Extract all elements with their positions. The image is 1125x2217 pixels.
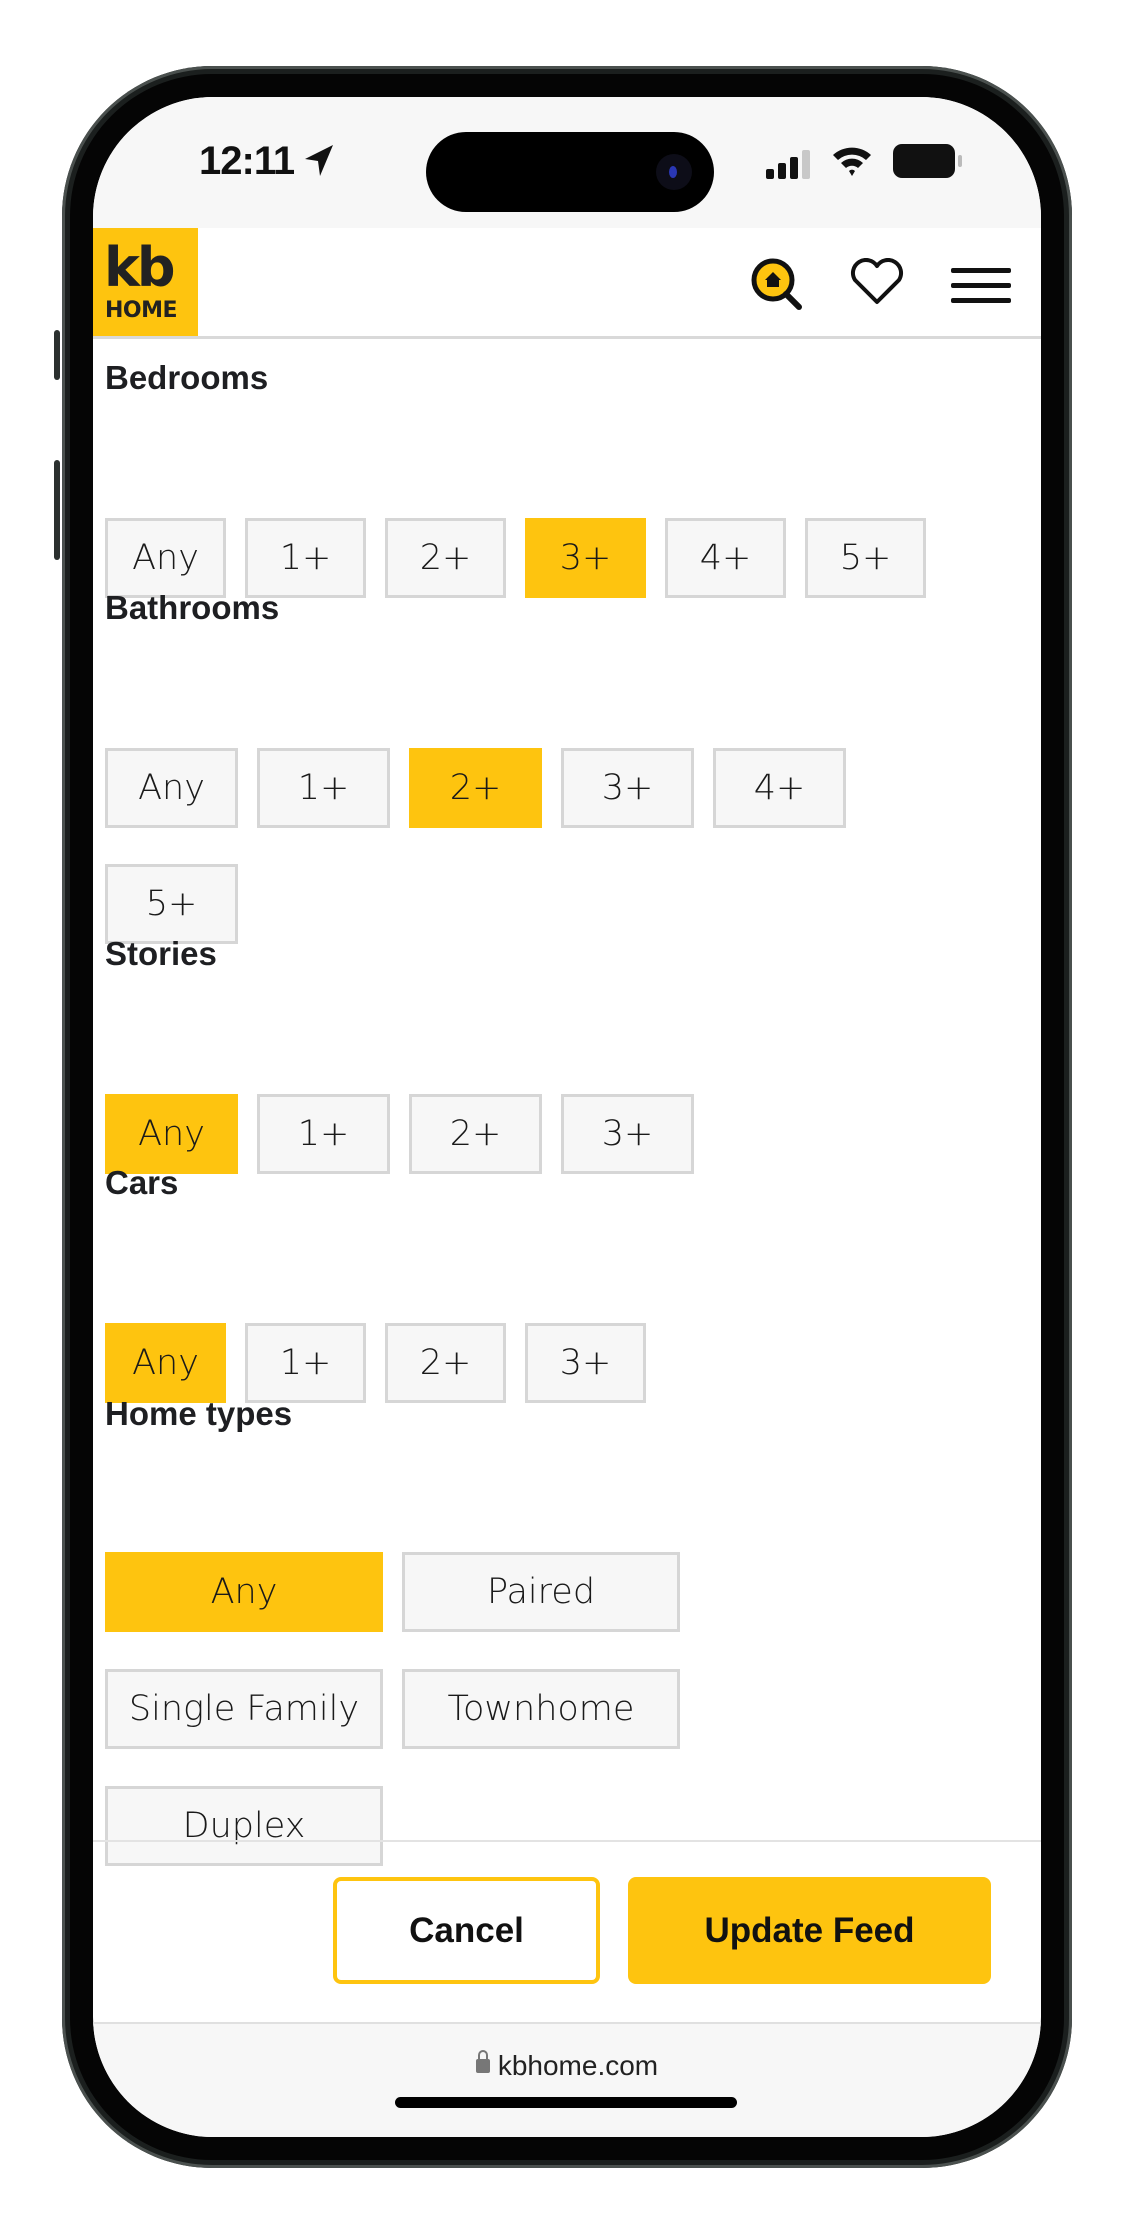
footer-divider bbox=[93, 1840, 1041, 1842]
action-button bbox=[54, 330, 60, 380]
signal-icon bbox=[766, 150, 810, 179]
camera-icon bbox=[656, 154, 692, 190]
home-types-option-single-family[interactable]: Single Family bbox=[105, 1669, 383, 1749]
cars-option-3-plus[interactable]: 3+ bbox=[525, 1323, 646, 1403]
stories-option-1-plus[interactable]: 1+ bbox=[257, 1094, 390, 1174]
cars-label: Cars bbox=[105, 1164, 179, 1201]
url-text: kbhome.com bbox=[497, 2050, 659, 2081]
browser-url-bar[interactable]: kbhome.com bbox=[93, 2022, 1041, 2137]
screen: 12:11 kb HOME Bedrooms Any 1+ 2+ 3+ 4+ 5… bbox=[93, 97, 1041, 2137]
bedrooms-option-1-plus[interactable]: 1+ bbox=[245, 518, 366, 598]
stories-label: Stories bbox=[105, 935, 217, 972]
bathrooms-label: Bathrooms bbox=[105, 589, 280, 626]
stories-option-3-plus[interactable]: 3+ bbox=[561, 1094, 694, 1174]
bedrooms-option-2-plus[interactable]: 2+ bbox=[385, 518, 506, 598]
logo-home-text: HOME bbox=[105, 298, 178, 323]
logo-kb-text: kb bbox=[104, 236, 176, 299]
cancel-button[interactable]: Cancel bbox=[333, 1877, 600, 1984]
bedrooms-option-any[interactable]: Any bbox=[105, 518, 226, 598]
lock-icon bbox=[475, 2049, 490, 2073]
site-header: kb HOME bbox=[93, 228, 1041, 339]
battery-icon bbox=[893, 144, 962, 178]
dynamic-island bbox=[426, 132, 714, 212]
bedrooms-label: Bedrooms bbox=[105, 359, 269, 396]
bedrooms-option-5-plus[interactable]: 5+ bbox=[805, 518, 926, 598]
bedrooms-option-3-plus[interactable]: 3+ bbox=[525, 518, 646, 598]
stories-option-any[interactable]: Any bbox=[105, 1094, 238, 1174]
bathrooms-option-4-plus[interactable]: 4+ bbox=[713, 748, 846, 828]
cars-option-any[interactable]: Any bbox=[105, 1323, 226, 1403]
bathrooms-option-2-plus[interactable]: 2+ bbox=[409, 748, 542, 828]
bathrooms-option-5-plus[interactable]: 5+ bbox=[105, 864, 238, 944]
wifi-icon bbox=[833, 147, 871, 176]
home-types-option-townhome[interactable]: Townhome bbox=[402, 1669, 680, 1749]
heart-icon[interactable] bbox=[849, 258, 905, 306]
bathrooms-option-3-plus[interactable]: 3+ bbox=[561, 748, 694, 828]
home-types-option-duplex[interactable]: Duplex bbox=[105, 1786, 383, 1866]
status-time: 12:11 bbox=[199, 139, 295, 183]
home-types-option-any[interactable]: Any bbox=[105, 1552, 383, 1632]
home-types-label: Home types bbox=[105, 1395, 293, 1432]
bedrooms-option-4-plus[interactable]: 4+ bbox=[665, 518, 786, 598]
home-indicator[interactable] bbox=[395, 2097, 737, 2108]
url-display[interactable]: kbhome.com bbox=[93, 2049, 1041, 2082]
stories-option-2-plus[interactable]: 2+ bbox=[409, 1094, 542, 1174]
volume-up-button bbox=[54, 460, 60, 560]
home-search-icon[interactable] bbox=[749, 258, 805, 310]
cars-option-1-plus[interactable]: 1+ bbox=[245, 1323, 366, 1403]
cars-option-2-plus[interactable]: 2+ bbox=[385, 1323, 506, 1403]
hamburger-menu-icon[interactable] bbox=[951, 266, 1011, 306]
bathrooms-option-1-plus[interactable]: 1+ bbox=[257, 748, 390, 828]
bathrooms-option-any[interactable]: Any bbox=[105, 748, 238, 828]
status-bar: 12:11 bbox=[93, 97, 1041, 228]
update-feed-button[interactable]: Update Feed bbox=[628, 1877, 991, 1984]
kb-home-logo[interactable]: kb HOME bbox=[93, 228, 198, 336]
location-arrow-icon bbox=[305, 145, 333, 176]
home-types-option-paired[interactable]: Paired bbox=[402, 1552, 680, 1632]
